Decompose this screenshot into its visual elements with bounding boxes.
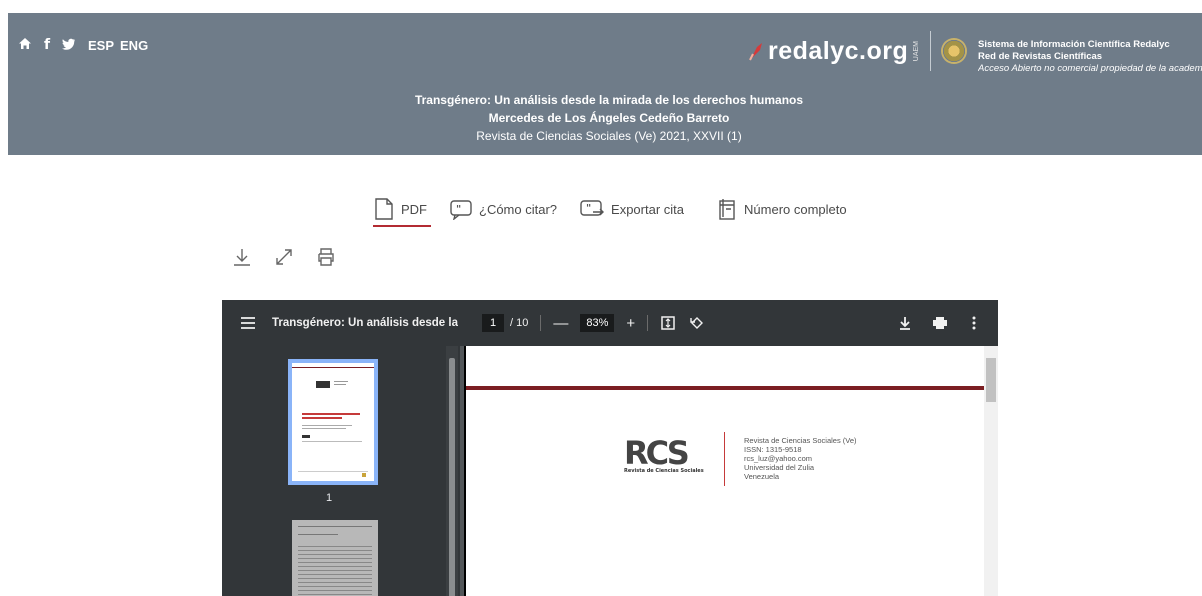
page-scroll-thumb[interactable] (986, 358, 996, 402)
redalyc-mark-icon (748, 41, 764, 61)
article-title: Transgénero: Un análisis desde la mirada… (414, 93, 804, 107)
article-journal: Revista de Ciencias Sociales (Ve) 2021, … (476, 129, 742, 143)
page-divider-line (724, 432, 725, 486)
viewer-download-icon[interactable] (898, 316, 912, 330)
sys-line-2: Red de Revistas Científicas (978, 51, 1103, 62)
pdf-viewer: Transgénero: Un análisis desde la mira..… (222, 300, 998, 596)
sys-line-3: Acceso Abierto no comercial propiedad de… (978, 63, 1202, 74)
tab-exportar-cita-label: Exportar cita (611, 201, 685, 217)
toolbar-separator (647, 315, 649, 331)
pub-university: Universidad del Zulia (744, 463, 815, 472)
rcs-logo: RCS Revista de Ciencias Sociales (614, 434, 728, 476)
zoom-in-button[interactable]: + (626, 315, 635, 332)
page-total: / 10 (510, 317, 529, 329)
toolbar-right (898, 300, 998, 346)
tab-como-citar-label: ¿Cómo citar? (479, 201, 558, 217)
twitter-icon[interactable] (58, 37, 80, 53)
page-scrollbar[interactable] (984, 346, 998, 596)
logo-divider (930, 31, 932, 71)
seal-icon (941, 38, 968, 64)
pub-country: Venezuela (744, 472, 780, 481)
top-strip (0, 0, 1202, 13)
page-thumbnail-2[interactable] (292, 520, 378, 596)
zoom-out-button[interactable]: — (553, 315, 568, 332)
toolbar-separator (540, 315, 542, 331)
quote-icon: " (450, 200, 472, 220)
menu-icon[interactable] (240, 316, 256, 330)
sidebar-scroll-thumb[interactable] (449, 358, 455, 596)
viewer-doc-title: Transgénero: Un análisis desde la mira..… (272, 317, 458, 329)
sidebar-scrollbar[interactable] (446, 346, 458, 596)
download-icon[interactable] (231, 246, 253, 268)
viewer-toolbar: Transgénero: Un análisis desde la mira..… (222, 300, 998, 346)
rotate-icon[interactable] (688, 314, 706, 332)
fit-page-icon[interactable] (660, 315, 676, 331)
site-header: f ESP ENG redalyc.org UAEM Sistema de In… (8, 13, 1202, 155)
viewer-print-icon[interactable] (932, 316, 948, 330)
zoom-input[interactable]: 83% (580, 314, 615, 332)
tab-numero-completo-label: Número completo (744, 201, 847, 217)
tab-exportar-cita[interactable]: " Exportar cita (579, 192, 684, 226)
home-icon[interactable] (14, 37, 36, 53)
page-thumbnail-1[interactable] (288, 359, 378, 485)
book-icon (719, 199, 735, 220)
logo-text: redalyc.org (768, 36, 909, 65)
pdf-page: RCS Revista de Ciencias Sociales Revista… (464, 346, 988, 596)
svg-text:": " (456, 204, 461, 215)
tab-numero-completo[interactable]: Número completo (716, 192, 847, 226)
publication-info: Revista de Ciencias Sociales (Ve) ISSN: … (744, 436, 857, 481)
action-tabs: PDF " ¿Cómo citar? " Exportar cita Númer… (373, 192, 869, 227)
top-nav: f ESP ENG (14, 37, 148, 53)
file-icon (375, 198, 393, 220)
tab-como-citar[interactable]: " ¿Cómo citar? (449, 192, 557, 226)
pub-email: rcs_luz@yahoo.com (744, 454, 813, 463)
thumbnail-page-number: 1 (326, 492, 333, 504)
print-icon[interactable] (315, 246, 337, 268)
more-options-icon[interactable] (972, 316, 976, 330)
redalyc-logo[interactable]: redalyc.org UAEM (748, 31, 968, 71)
tab-pdf-label: PDF (401, 201, 427, 217)
thumbnail-page (292, 363, 374, 481)
rcs-logo-caption: Revista de Ciencias Sociales (624, 468, 704, 474)
system-info: Sistema de Información Científica Redaly… (978, 39, 1202, 75)
article-author: Mercedes de Los Ángeles Cedeño Barreto (488, 111, 730, 125)
article-info: Transgénero: Un análisis desde la mirada… (8, 91, 1202, 145)
rcs-logo-text: RCS (624, 434, 688, 472)
sys-line-1: Sistema de Información Científica Redaly… (978, 39, 1170, 50)
pub-issn: ISSN: 1315-9518 (744, 445, 802, 454)
viewer-tools (231, 246, 337, 268)
expand-icon[interactable] (273, 246, 295, 268)
pub-journal: Revista de Ciencias Sociales (Ve) (744, 436, 857, 445)
logo-uaem: UAEM (913, 40, 921, 62)
lang-eng-link[interactable]: ENG (120, 38, 148, 53)
export-quote-icon: " (580, 200, 605, 216)
page-number-input[interactable]: 1 (482, 314, 504, 332)
tab-pdf[interactable]: PDF (373, 192, 431, 227)
lang-esp-link[interactable]: ESP (88, 38, 114, 53)
facebook-icon[interactable]: f (36, 37, 58, 53)
svg-text:": " (586, 203, 591, 214)
page-header-rule (466, 386, 986, 390)
